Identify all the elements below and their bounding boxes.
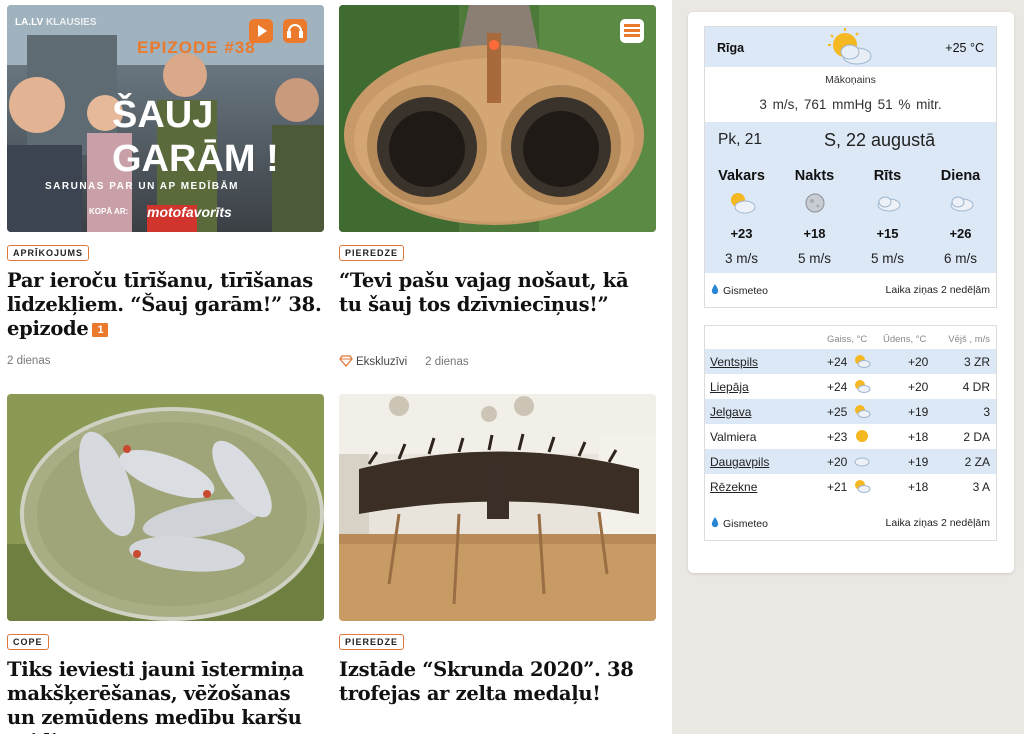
weather-footer: Gismeteo Laika ziņas 2 nedēļām [705,273,996,307]
weather-day-parts: Vakars +23 3 m/s Nakts +18 5 m/s Rīts +1… [705,160,996,273]
article-tag[interactable]: PIEREDZE [339,245,405,261]
article-card-podcast[interactable]: LA.LV KLAUSIES EPIZODE #38 ŠAUJ GARĀM ! … [7,5,324,341]
diamond-icon [339,355,353,367]
article-title[interactable]: Par ieroču tīrīšanu, tīrīšanas līdzekļie… [7,269,324,341]
table-footer: Gismeteo Laika ziņas 2 nedēļām [705,506,996,540]
weather-widget: Rīga +25 °C Mākoņains 3 m/s, 761 mmHg 51… [704,26,997,308]
city-link[interactable]: Rēzekne [710,480,757,494]
sun-cloud-icon [853,379,871,393]
table-row[interactable]: Daugavpils +20 +19 2 ZA [705,449,996,474]
comment-count-badge[interactable]: 1 [92,323,109,337]
weather-stats: 3 m/s, 761 mmHg 51 % mitr. [759,97,942,112]
city-link[interactable]: Liepāja [710,380,749,394]
cloud-icon [946,190,976,216]
table-row[interactable]: Ventspils +24 +20 3 ZR [705,349,996,374]
sun-cloud-icon [727,190,757,216]
weather-current-day: S, 22 augustā [824,130,936,150]
article-image-fishing[interactable] [7,394,324,621]
episode-label: EPIZODE #38 [137,38,256,57]
table-forecast-link[interactable]: Laika ziņas 2 nedēļām [886,517,990,529]
podcast-subtitle: SARUNAS PAR UN AP MEDĪBĀM [45,181,239,192]
table-row[interactable]: Jelgava +25 +19 3 [705,399,996,424]
weather-description: Mākoņains [825,74,876,86]
articles-grid: LA.LV KLAUSIES EPIZODE #38 ŠAUJ GARĀM ! … [0,0,672,734]
article-tag[interactable]: COPE [7,634,49,650]
brand-logo: LA.LV [15,17,44,28]
weather-prev-day[interactable]: Pk, 21 [718,131,762,149]
cities-weather-table: Gaiss, °C Ūdens, °C Vējš , m/s Ventspils… [704,325,997,541]
weather-part-evening: Vakars +23 3 m/s [718,168,765,266]
article-card-fishing[interactable]: COPE Tiks ieviesti jauni īstermiņa makšķ… [7,394,324,734]
sun-icon [853,429,871,443]
exclusive-label[interactable]: Ekskluzīvi [356,356,407,368]
weather-part-day: Diena +26 6 m/s [940,168,981,266]
weather-part-night: Nakts +18 5 m/s [794,168,835,266]
weather-day-row: Pk, 21 S, 22 augustā [705,122,996,160]
sun-cloud-icon [853,479,871,493]
sun-cloud-icon [853,354,871,368]
moon-icon [800,190,830,216]
weather-part-morning: Rīts +15 5 m/s [870,168,904,266]
sun-cloud-icon [853,404,871,418]
article-tag[interactable]: PIEREDZE [339,634,405,650]
weather-city[interactable]: Rīga [717,41,744,55]
table-row[interactable]: Valmiera +23 +18 2 DA [705,424,996,449]
partner-logo: motofavorīts [147,204,232,220]
sun-cloud-icon [823,27,879,69]
article-tag[interactable]: APRĪKOJUMS [7,245,90,261]
city-link[interactable]: Daugavpils [710,455,769,469]
article-title[interactable]: “Tevi pašu vajag nošaut, kā tu šauj tos … [339,269,656,317]
table-source[interactable]: Gismeteo [711,517,768,530]
article-card-shotgun[interactable]: PIEREDZE “Tevi pašu vajag nošaut, kā tu … [339,5,656,317]
city-link[interactable]: Ventspils [710,355,758,369]
article-image-shotgun[interactable] [339,5,656,232]
article-meta: Ekskluzīvi 2 dienas [339,355,469,368]
cloud-icon [853,454,871,468]
droplet-icon [711,284,719,295]
weather-forecast-link[interactable]: Laika ziņas 2 nedēļām [886,284,990,296]
partner-prefix: KOPĀ AR: [89,207,129,216]
table-row[interactable]: Liepāja +24 +20 4 DR [705,374,996,399]
city-link[interactable]: Jelgava [710,405,751,419]
weather-source[interactable]: Gismeteo [711,284,768,297]
article-time: 2 dienas [425,356,469,368]
article-title[interactable]: Tiks ieviesti jauni īstermiņa makšķerēša… [7,658,324,734]
table-header: Gaiss, °C Ūdens, °C Vējš , m/s [827,334,990,345]
gallery-icon[interactable] [620,19,644,43]
droplet-icon [711,517,719,528]
cloud-icon [873,190,903,216]
headphones-icon[interactable] [283,19,307,43]
article-card-exhibition[interactable]: PIEREDZE Izstāde “Skrunda 2020”. 38 trof… [339,394,656,706]
article-time: 2 dienas [7,355,51,367]
weather-current-temp: +25 °C [945,41,984,55]
article-title[interactable]: Izstāde “Skrunda 2020”. 38 trofejas ar z… [339,658,656,706]
article-image-exhibition[interactable] [339,394,656,621]
podcast-title-line2: GARĀM ! [112,138,279,180]
podcast-title-line1: ŠAUJ [112,94,214,136]
table-row[interactable]: Rēzekne +21 +18 3 A [705,474,996,499]
weather-sidebar: Rīga +25 °C Mākoņains 3 m/s, 761 mmHg 51… [688,12,1014,573]
article-image-podcast[interactable]: LA.LV KLAUSIES EPIZODE #38 ŠAUJ GARĀM ! … [7,5,324,232]
city-link[interactable]: Valmiera [710,430,756,444]
